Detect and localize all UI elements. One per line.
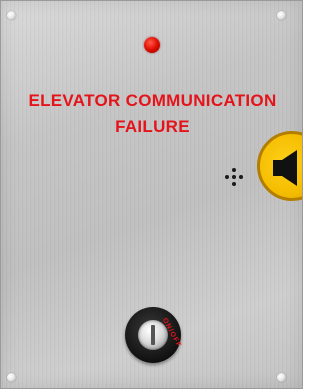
indicator-light xyxy=(144,37,160,53)
elevator-intercom-panel: ELEVATOR COMMUNICATION FAILURE ON/OFF xyxy=(0,0,303,389)
heading-line-1: ELEVATOR COMMUNICATION xyxy=(28,91,277,110)
speaker-icon xyxy=(273,150,297,186)
microphone-grille-icon xyxy=(225,168,243,186)
screw-bottom-right xyxy=(277,373,286,382)
screw-top-left xyxy=(7,11,16,20)
keyway xyxy=(151,325,155,345)
screw-top-right xyxy=(277,11,286,20)
heading-line-2: FAILURE xyxy=(115,117,190,136)
screw-bottom-left xyxy=(7,373,16,382)
speaker-call-button[interactable] xyxy=(257,131,302,201)
